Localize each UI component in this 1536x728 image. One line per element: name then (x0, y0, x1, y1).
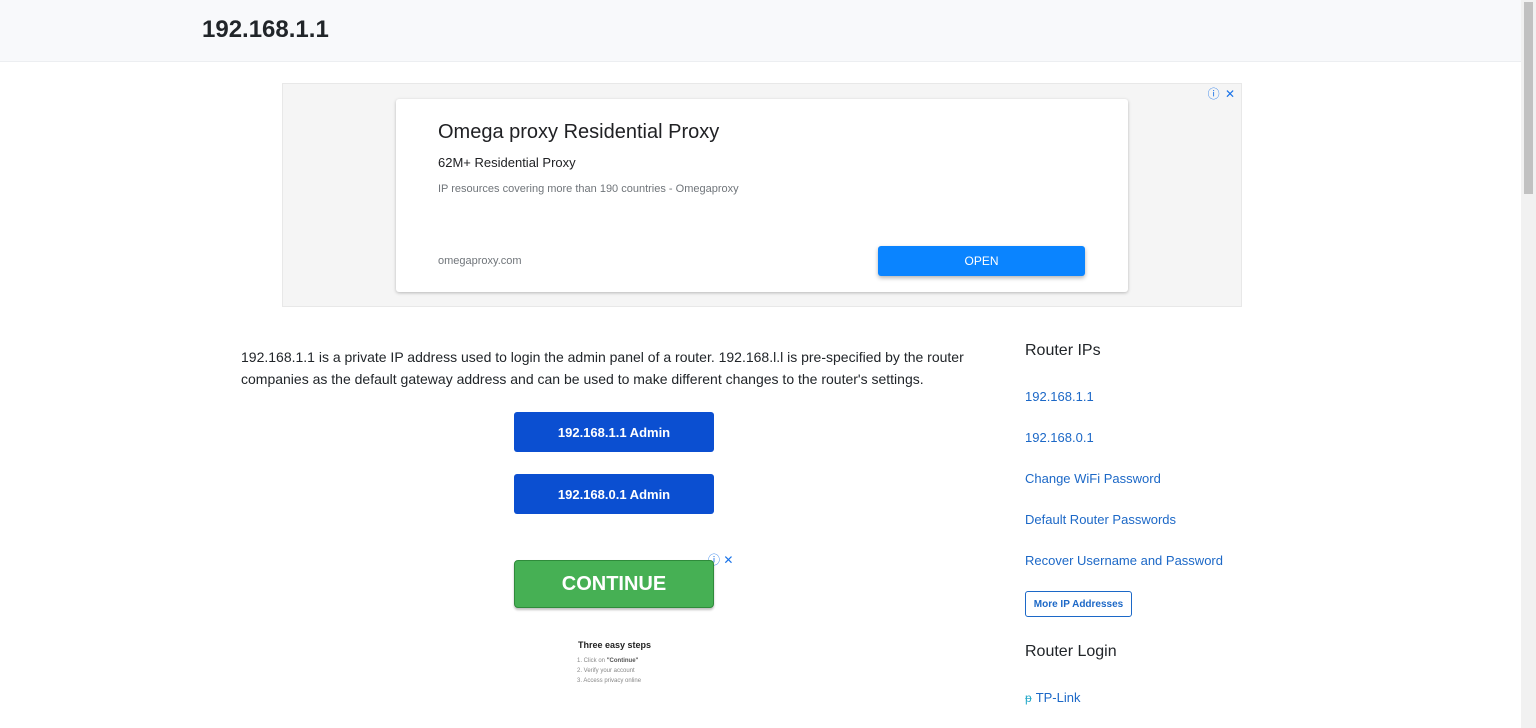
steps-list: 1. Click on "Continue" 2. Verify your ac… (577, 656, 641, 686)
admin-button-192-168-1-1[interactable]: 192.168.1.1 Admin (514, 412, 714, 452)
sidebar-link-default-router-passwords[interactable]: Default Router Passwords (1025, 512, 1176, 527)
sidebar-link-192-168-1-1[interactable]: 192.168.1.1 (1025, 389, 1094, 404)
ad-close-icon[interactable]: ✕ (723, 553, 733, 567)
ad-title[interactable]: Omega proxy Residential Proxy (438, 121, 719, 144)
tplink-icon: ᵽ (1025, 691, 1032, 705)
sidebar-link-change-wifi-password[interactable]: Change WiFi Password (1025, 471, 1161, 486)
ad-subtitle: 62M+ Residential Proxy (438, 155, 576, 170)
ad-description: IP resources covering more than 190 coun… (438, 183, 739, 195)
sidebar-link-label: TP-Link (1035, 690, 1081, 705)
router-login-heading: Router Login (1025, 643, 1117, 660)
ad-info-icon[interactable]: ⓘ (1208, 87, 1220, 101)
ad-card[interactable]: Omega proxy Residential Proxy 62M+ Resid… (396, 99, 1128, 292)
ad-banner: ⓘ ✕ Omega proxy Residential Proxy 62M+ R… (282, 83, 1242, 307)
intro-paragraph: 192.168.1.1 is a private IP address used… (241, 349, 964, 387)
ad-domain[interactable]: omegaproxy.com (438, 255, 522, 267)
steps-title: Three easy steps (578, 640, 652, 650)
admin-button-192-168-0-1[interactable]: 192.168.0.1 Admin (514, 474, 714, 514)
router-ips-heading: Router IPs (1025, 342, 1101, 359)
sidebar-link-192-168-0-1[interactable]: 192.168.0.1 (1025, 430, 1094, 445)
scrollbar-thumb[interactable] (1524, 2, 1533, 194)
sidebar-link-recover-username[interactable]: Recover Username and Password (1025, 553, 1223, 568)
list-item: 1. Click on "Continue" (577, 658, 639, 664)
site-header: 192.168.1.1 (0, 0, 1521, 62)
site-title[interactable]: 192.168.1.1 (202, 16, 329, 44)
more-ip-addresses-button[interactable]: More IP Addresses (1025, 591, 1132, 617)
sidebar-link-tp-link[interactable]: ᵽ TP-Link (1025, 690, 1080, 705)
ad-close-icon[interactable]: ✕ (1225, 87, 1235, 101)
ad-open-button[interactable]: OPEN (878, 246, 1085, 276)
continue-button[interactable]: CONTINUE (514, 560, 714, 608)
list-item: 3. Access privacy online (577, 678, 642, 684)
page-scrollbar[interactable] (1521, 0, 1536, 728)
ad-controls: ⓘ ✕ (1206, 85, 1235, 102)
list-item: 2. Verify your account (577, 668, 635, 674)
